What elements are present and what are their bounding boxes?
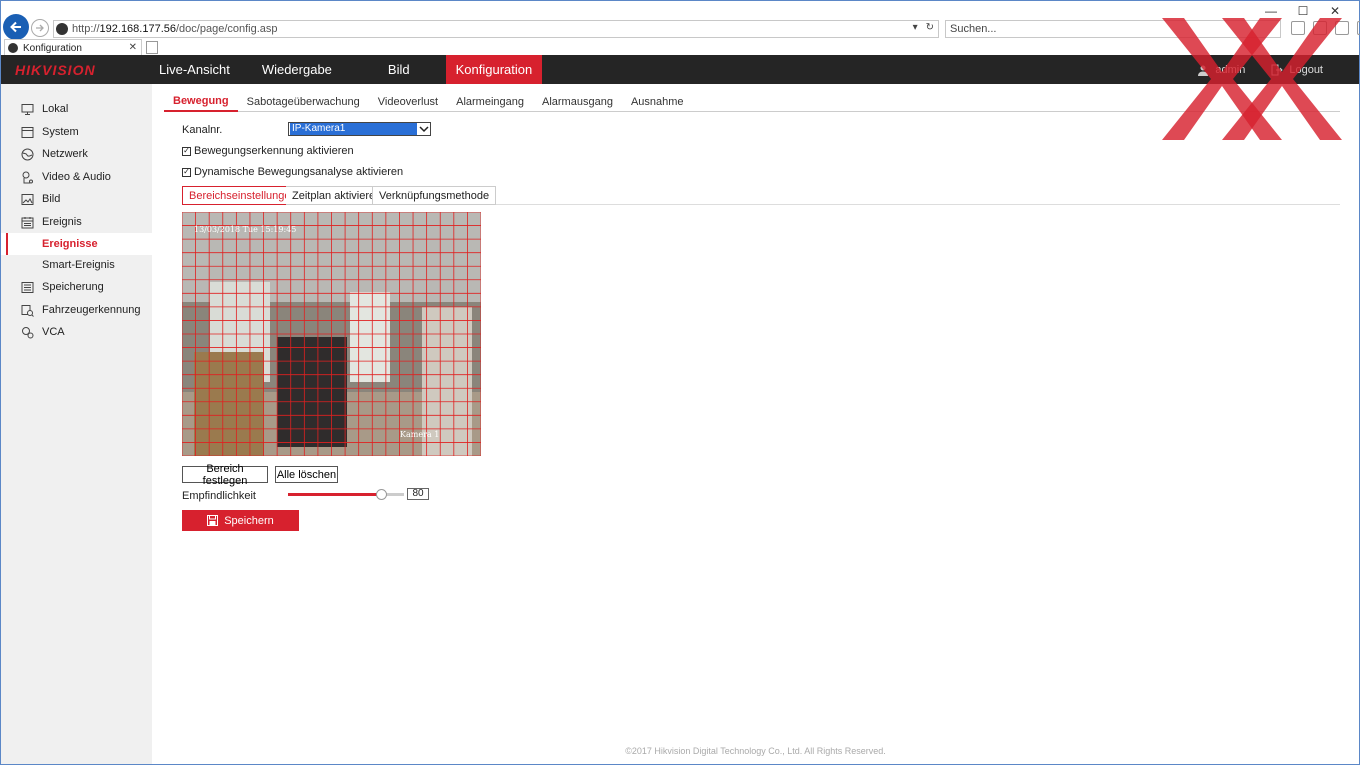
sidebar-item-vca[interactable]: VCA: [1, 321, 152, 343]
sensitivity-value[interactable]: 80: [407, 488, 429, 500]
enable-motion-label: Bewegungserkennung aktivieren: [194, 145, 354, 157]
enable-dynamic-label: Dynamische Bewegungsanalyse aktivieren: [194, 166, 404, 178]
nav-konfiguration[interactable]: Konfiguration: [445, 55, 543, 84]
sidebar-item-label: Netzwerk: [42, 148, 88, 160]
sidebar-item-label: Speicherung: [42, 281, 104, 293]
storage-icon: [21, 281, 34, 293]
enable-dynamic-checkbox[interactable]: ✓: [182, 167, 191, 177]
new-tab-button[interactable]: [146, 41, 158, 54]
motion-grid[interactable]: [182, 212, 481, 456]
nav-wiedergabe[interactable]: Wiedergabe: [242, 55, 352, 84]
browser-chrome: — ☐ ✕ http://192.168.177.56/doc/page/con…: [1, 1, 1360, 56]
settings-steps: Bereichseinstellungen Zeitplan aktiviere…: [182, 186, 1340, 205]
close-icon[interactable]: ✕: [1319, 3, 1351, 19]
sidebar-item-ereignisse[interactable]: Ereignisse: [1, 233, 152, 255]
sidebar-item-speicherung[interactable]: Speicherung: [1, 276, 152, 298]
tab-sabotageueberwachung[interactable]: Sabotageüberwachung: [238, 91, 369, 112]
channel-select[interactable]: IP-Kamera1: [288, 122, 431, 136]
motion-detection-row: ✓ Bewegungserkennung aktivieren: [182, 145, 354, 157]
tab-alarmausgang[interactable]: Alarmausgang: [533, 91, 622, 112]
save-icon: [207, 515, 219, 526]
dropdown-icon[interactable]: ▾: [913, 22, 918, 33]
sidebar-item-label: Ereignis: [42, 216, 82, 228]
step-verknuepfungsmethode[interactable]: Verknüpfungsmethode: [372, 186, 497, 205]
calendar-icon: [21, 216, 34, 228]
address-bar[interactable]: http://192.168.177.56/doc/page/config.as…: [53, 20, 939, 38]
refresh-icon[interactable]: ↻: [926, 22, 934, 33]
browser-tab[interactable]: Konfiguration ✕: [4, 39, 142, 56]
sensitivity-label: Empfindlichkeit: [182, 490, 256, 502]
sidebar-item-bild[interactable]: Bild: [1, 188, 152, 210]
camera-preview[interactable]: 13/03/2018 Tue 15:19:45 Kamera 1: [182, 212, 481, 456]
sidebar-item-label: Bild: [42, 193, 61, 205]
arrow-left-icon: [10, 21, 21, 33]
save-button[interactable]: Speichern: [182, 510, 299, 531]
monitor-icon: [21, 103, 34, 115]
sidebar-item-ereignis[interactable]: Ereignis: [1, 211, 152, 233]
sidebar-item-system[interactable]: System: [1, 121, 152, 143]
nav-live-ansicht[interactable]: Live-Ansicht: [147, 55, 242, 84]
sidebar-item-smart-ereignis[interactable]: Smart-Ereignis: [1, 254, 152, 276]
watermark-logo: [1162, 18, 1342, 140]
url-text: http://192.168.177.56/doc/page/config.as…: [72, 23, 278, 35]
minimize-icon[interactable]: —: [1255, 3, 1287, 19]
maximize-icon[interactable]: ☐: [1287, 3, 1319, 19]
dynamic-analysis-row: ✓ Dynamische Bewegungsanalyse aktivieren: [182, 166, 403, 178]
sidebar-item-video-audio[interactable]: Video & Audio: [1, 166, 152, 188]
hikvision-logo: HIKVISION: [15, 62, 96, 78]
tab-ausnahme[interactable]: Ausnahme: [622, 91, 693, 112]
sidebar-item-label: VCA: [42, 326, 65, 338]
sidebar-item-label: Fahrzeugerkennung: [42, 304, 141, 316]
sidebar-item-label: System: [42, 126, 79, 138]
camera-timestamp: 13/03/2018 Tue 15:19:45: [194, 225, 297, 234]
save-label: Speichern: [224, 514, 274, 527]
app-header: HIKVISION Live-Ansicht Wiedergabe Bild K…: [1, 55, 1359, 84]
sidebar: Lokal System Netzwerk Video & Audio Bild…: [1, 84, 152, 764]
system-icon: [21, 126, 34, 138]
sidebar-item-label: Smart-Ereignis: [42, 259, 115, 271]
window-controls: — ☐ ✕: [1255, 3, 1351, 19]
video-audio-icon: [22, 171, 33, 183]
tab-videoverlust[interactable]: Videoverlust: [369, 91, 447, 112]
tab-strip: Konfiguration ✕: [2, 39, 1358, 56]
favicon-icon: [8, 43, 18, 53]
nav-bild[interactable]: Bild: [352, 55, 446, 84]
sidebar-item-label: Ereignisse: [42, 238, 98, 250]
sensitivity-slider-fill: [288, 493, 381, 496]
tab-bewegung[interactable]: Bewegung: [164, 91, 238, 112]
channel-select-value: IP-Kamera1: [290, 123, 417, 135]
network-icon: [21, 148, 34, 160]
tab-close-icon[interactable]: ✕: [129, 42, 137, 53]
back-button[interactable]: [3, 14, 29, 40]
site-icon: [56, 23, 68, 35]
sidebar-item-fahrzeugerkennung[interactable]: Fahrzeugerkennung: [1, 299, 152, 321]
copyright-footer: ©2017 Hikvision Digital Technology Co., …: [625, 746, 886, 756]
camera-name-overlay: Kamera 1: [400, 430, 440, 439]
vca-icon: [22, 326, 34, 338]
sidebar-item-lokal[interactable]: Lokal: [1, 98, 152, 120]
sidebar-item-label: Video & Audio: [42, 171, 111, 183]
sidebar-item-netzwerk[interactable]: Netzwerk: [1, 143, 152, 165]
arrow-right-icon: [36, 24, 44, 32]
set-area-button[interactable]: Bereich festlegen: [182, 463, 268, 487]
chevron-down-icon: [418, 123, 430, 135]
channel-label: Kanalnr.: [182, 124, 223, 136]
tab-title: Konfiguration: [23, 42, 82, 54]
vehicle-search-icon: [21, 304, 34, 317]
sidebar-item-label: Lokal: [42, 103, 69, 115]
clear-all-button[interactable]: Alle löschen: [275, 466, 338, 483]
sensitivity-slider-handle[interactable]: [375, 489, 387, 500]
forward-button[interactable]: [31, 19, 49, 37]
tab-alarmeingang[interactable]: Alarmeingang: [447, 91, 533, 112]
image-icon: [21, 193, 34, 205]
enable-motion-checkbox[interactable]: ✓: [182, 146, 191, 156]
top-nav: Live-Ansicht Wiedergabe Bild Konfigurati…: [147, 55, 543, 84]
